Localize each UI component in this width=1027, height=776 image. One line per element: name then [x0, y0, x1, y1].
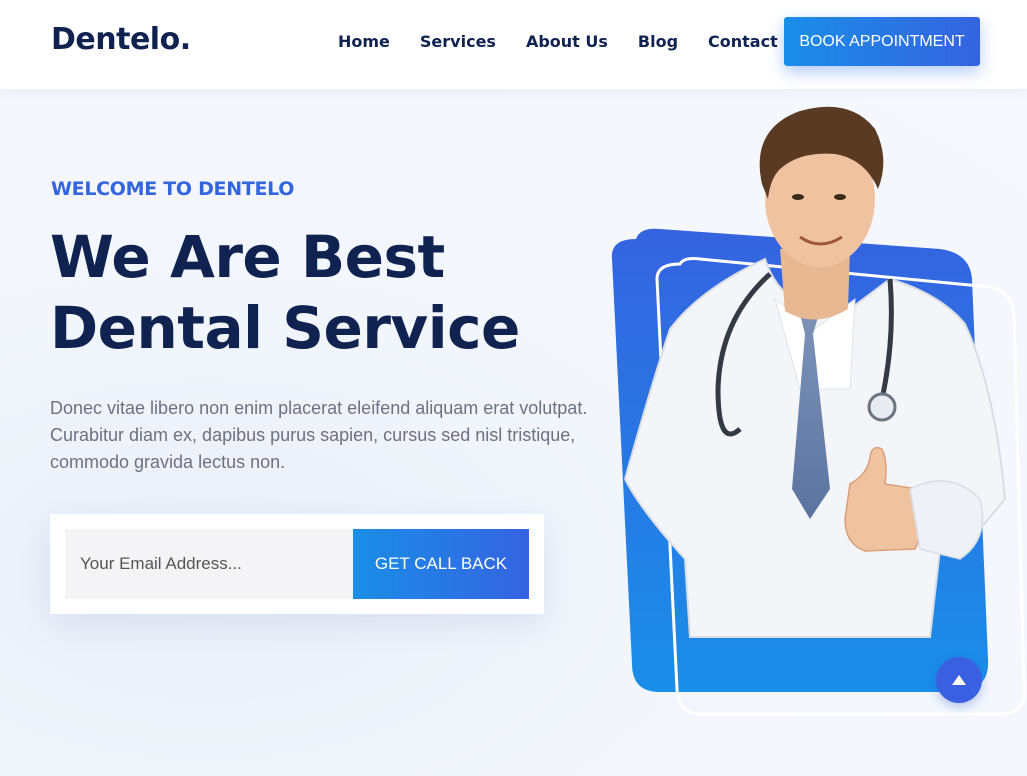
hero-title: We Are Best Dental Service — [50, 222, 610, 364]
scroll-top-button[interactable] — [936, 657, 982, 703]
hero-description: Donec vitae libero non enim placerat ele… — [50, 398, 588, 472]
nav-item-services[interactable]: Services — [420, 32, 496, 51]
site-header: Dentelo. Home Services About Us Blog Con… — [0, 0, 1027, 89]
nav-item-blog[interactable]: Blog — [638, 32, 678, 51]
doctor-eye-right — [834, 194, 846, 200]
hero-title-line2: Dental Service — [50, 294, 520, 362]
doctor-eye-left — [792, 194, 804, 200]
nav-item-about-us[interactable]: About Us — [526, 32, 608, 51]
email-input[interactable] — [65, 529, 353, 599]
book-appointment-button[interactable]: BOOK APPOINTMENT — [784, 17, 980, 66]
nav-item-contact[interactable]: Contact — [708, 32, 778, 51]
callback-form: GET CALL BACK — [50, 514, 544, 614]
main-nav: Home Services About Us Blog Contact — [338, 32, 808, 51]
doctor-sleeve — [909, 480, 984, 560]
hero-kicker: WELCOME TO DENTELO — [51, 178, 295, 200]
nav-item-home[interactable]: Home — [338, 32, 390, 51]
logo[interactable]: Dentelo. — [51, 22, 191, 57]
hero-title-line1: We Are Best — [50, 223, 445, 291]
arrow-up-icon — [952, 675, 966, 685]
stethoscope-chestpiece — [867, 392, 897, 422]
get-call-back-button[interactable]: GET CALL BACK — [353, 529, 529, 599]
